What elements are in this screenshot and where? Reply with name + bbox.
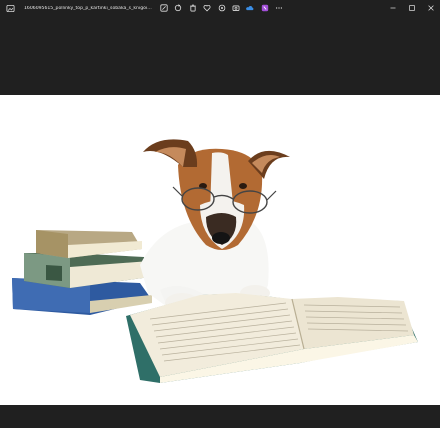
zoom-fit-icon[interactable] bbox=[217, 3, 227, 13]
share-icon[interactable] bbox=[231, 3, 241, 13]
delete-icon[interactable] bbox=[188, 3, 198, 13]
toolbar bbox=[159, 2, 289, 14]
photos-app-window: 1606095615_pollinky_top_p_kartinki_sobak… bbox=[0, 0, 440, 428]
onedrive-icon[interactable] bbox=[245, 3, 255, 13]
window-controls bbox=[383, 0, 440, 16]
minimize-icon[interactable] bbox=[383, 0, 402, 16]
dog-reading-book-photo bbox=[0, 95, 440, 405]
image-viewer[interactable] bbox=[0, 16, 440, 428]
close-icon[interactable] bbox=[421, 0, 440, 16]
file-name: 1606095615_pollinky_top_p_kartinki_sobak… bbox=[24, 5, 152, 11]
more-icon[interactable] bbox=[274, 3, 284, 13]
photos-app-icon[interactable] bbox=[5, 3, 15, 13]
rotate-icon[interactable] bbox=[173, 3, 183, 13]
title-bar: 1606095615_pollinky_top_p_kartinki_sobak… bbox=[0, 0, 440, 16]
dog-with-glasses-and-books-image bbox=[0, 95, 440, 405]
maximize-icon[interactable] bbox=[402, 0, 421, 16]
favorite-icon[interactable] bbox=[202, 3, 212, 13]
edit-image-icon[interactable] bbox=[159, 3, 169, 13]
copilot-icon[interactable] bbox=[260, 3, 270, 13]
